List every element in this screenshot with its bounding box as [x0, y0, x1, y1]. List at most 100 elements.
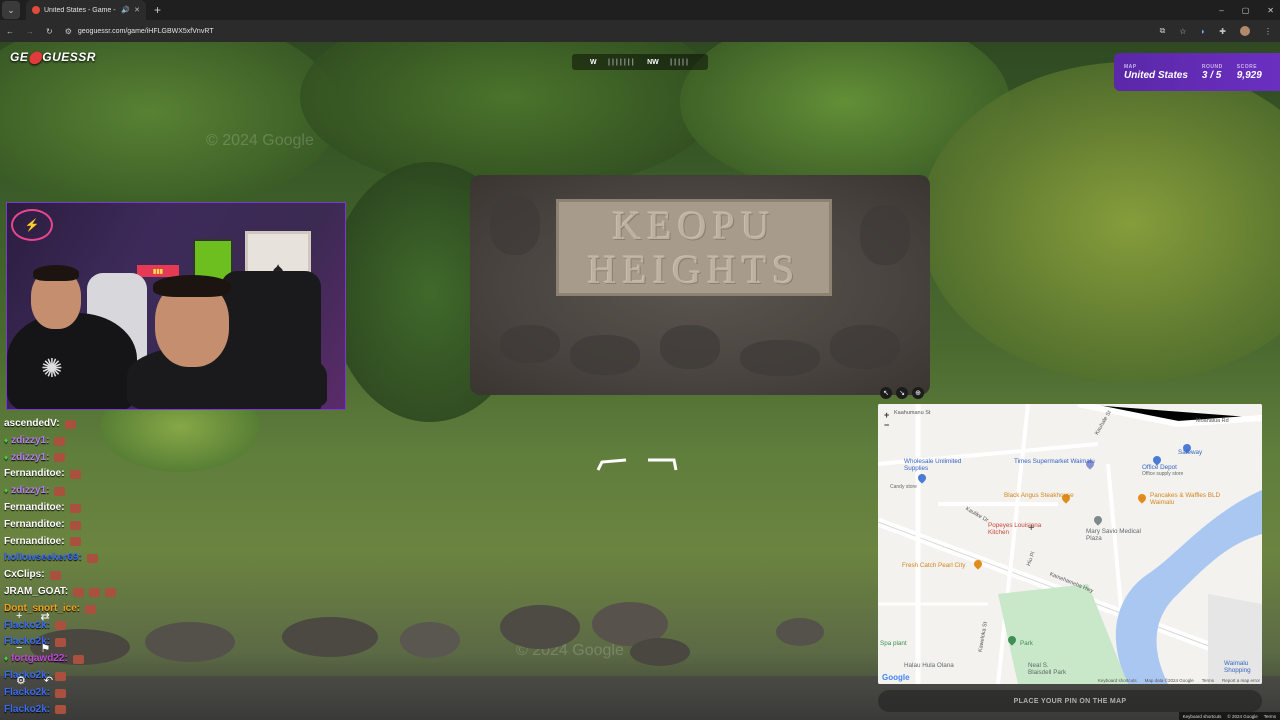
- flag-icon[interactable]: ⚑: [40, 642, 50, 655]
- move-arrows[interactable]: [596, 456, 680, 472]
- streamer-webcam: ⚡ ▮▮▮ ♠ ✺: [6, 202, 346, 410]
- map-report-link[interactable]: Report a map error: [1222, 678, 1260, 683]
- poi-label: Black Angus Steakhouse: [1004, 492, 1074, 499]
- logo-text-b: GUESSR: [42, 50, 96, 64]
- emote-icon: [49, 571, 61, 581]
- back-arrow-icon[interactable]: ←: [6, 27, 14, 36]
- swap-icon[interactable]: ⇄: [40, 610, 49, 623]
- chat-username[interactable]: zdizzy1:: [11, 450, 49, 467]
- poi-label: Safeway: [1178, 449, 1203, 456]
- chat-username[interactable]: ascendedV:: [4, 416, 60, 433]
- audio-playing-icon[interactable]: 🔊: [121, 6, 130, 14]
- panorama-controls: + ⇄: [16, 610, 50, 623]
- emote-icon: [54, 487, 66, 497]
- chat-username[interactable]: Fernanditoe:: [4, 466, 65, 483]
- compass-ticks: |||||||: [608, 58, 636, 66]
- map-zoom-in-button[interactable]: +: [884, 410, 889, 420]
- chat-username[interactable]: Fernanditoe:: [4, 517, 65, 534]
- chat-message: ♦ zdizzy1:: [4, 483, 204, 500]
- emote-icon: [69, 537, 81, 547]
- browser-tab[interactable]: United States - Game - Ge... 🔊 ✕: [26, 0, 146, 20]
- map-expand-icon[interactable]: ↖: [880, 387, 892, 399]
- close-window-button[interactable]: ✕: [1267, 6, 1274, 15]
- streamer-right-hair: [153, 275, 231, 297]
- emote-icon: [69, 470, 81, 480]
- spider-logo-icon: ✺: [41, 353, 63, 383]
- map-shrink-icon[interactable]: ↘: [896, 387, 908, 399]
- guess-map[interactable]: + − Moanalua Rd Kaahumanu St Kauhale St …: [878, 404, 1262, 684]
- poi-label: Popeyes Louisiana Kitchen: [988, 522, 1042, 536]
- chat-message: Fernanditoe:: [4, 466, 204, 483]
- copyright-text: © 2024 Google: [1227, 713, 1258, 719]
- maximize-button[interactable]: ▢: [1242, 6, 1250, 15]
- chat-message: ascendedV:: [4, 416, 204, 433]
- logo-text-a: GE: [10, 50, 29, 64]
- forward-arrow-icon[interactable]: →: [26, 27, 34, 36]
- geoguessr-logo[interactable]: GE⬤GUESSR: [10, 50, 96, 64]
- streamer-left-hair: [33, 265, 79, 281]
- chat-username[interactable]: Flacko2k:: [4, 702, 50, 719]
- move-right-arrow-icon: [648, 458, 678, 471]
- map-value: United States: [1124, 69, 1188, 81]
- emote-icon: [72, 655, 84, 665]
- menu-kebab-icon[interactable]: ⋮: [1264, 27, 1272, 36]
- emote-icon: [64, 419, 76, 429]
- new-tab-button[interactable]: +: [154, 3, 161, 17]
- emote-icon: [69, 503, 81, 513]
- streetview-panorama[interactable]: © 2024 Google © 2024 Google KEOPU HEIGHT…: [0, 42, 1280, 720]
- subscriber-badge-icon: ♦: [4, 486, 9, 496]
- window-controls: – ▢ ✕: [1219, 0, 1274, 20]
- extension-icon[interactable]: ◗: [1200, 27, 1205, 36]
- emote-icon: [85, 604, 97, 614]
- poi-label: Waimalu Shopping: [1224, 660, 1251, 674]
- chat-username[interactable]: Fernanditoe:: [4, 500, 65, 517]
- chat-username[interactable]: zdizzy1:: [11, 433, 49, 450]
- place-pin-button[interactable]: PLACE YOUR PIN ON THE MAP: [878, 690, 1262, 712]
- streamer-left: [7, 313, 137, 409]
- puzzle-extensions-icon[interactable]: ✚: [1219, 27, 1226, 36]
- chat-username[interactable]: Flacko2k:: [4, 685, 50, 702]
- bookmark-star-icon[interactable]: ☆: [1179, 27, 1186, 36]
- zoom-in-icon[interactable]: +: [16, 610, 22, 623]
- settings-gear-icon[interactable]: ⚙: [16, 674, 26, 687]
- chat-username[interactable]: hollowseeker69:: [4, 550, 82, 567]
- keyboard-shortcuts-link[interactable]: Keyboard shortcuts: [1183, 714, 1222, 719]
- chat-username[interactable]: zdizzy1:: [11, 483, 49, 500]
- site-info-icon[interactable]: ⚙: [65, 27, 72, 36]
- map-keyboard-shortcuts-link[interactable]: Keyboard shortcuts: [1098, 678, 1137, 683]
- map-status: MAP United States: [1124, 64, 1188, 81]
- emote-icon: [54, 453, 66, 463]
- minimize-button[interactable]: –: [1219, 6, 1223, 15]
- logo-pin-icon: ⬤: [28, 50, 43, 64]
- map-roads: [878, 404, 1262, 684]
- chat-message: Flacko2k:: [4, 702, 204, 719]
- move-left-arrow-icon: [596, 458, 627, 471]
- url-text[interactable]: geoguessr.com/game/iHFLGBWX5xfVnvRT: [78, 28, 214, 35]
- install-app-icon[interactable]: ⧉: [1160, 26, 1166, 36]
- tab-close-icon[interactable]: ✕: [134, 6, 140, 14]
- tab-search-chevron-icon[interactable]: ⌄: [2, 1, 20, 19]
- map-zoom-out-button[interactable]: −: [884, 420, 889, 430]
- foliage: [0, 42, 340, 212]
- poi-label: Park: [1020, 640, 1033, 647]
- chat-username[interactable]: Fernanditoe:: [4, 534, 65, 551]
- poi-label: Spa plant: [880, 640, 907, 647]
- chat-username[interactable]: CxClips:: [4, 567, 45, 584]
- streamer-right: [127, 343, 327, 409]
- map-data-text: Map data ©2024 Google: [1144, 678, 1194, 683]
- geoguessr-favicon-icon: [32, 6, 40, 14]
- map-terms-link[interactable]: Terms: [1202, 678, 1214, 683]
- chat-username[interactable]: JRAM_GOAT:: [4, 584, 68, 601]
- emote-icon: [55, 688, 67, 698]
- compass-west: W: [590, 58, 597, 66]
- terms-link[interactable]: Terms: [1264, 714, 1276, 719]
- map-size-controls: ↖ ↘ ⊕: [880, 387, 924, 399]
- map-pin-mode-icon[interactable]: ⊕: [912, 387, 924, 399]
- reload-icon[interactable]: ↻: [46, 27, 53, 36]
- poi-label: Pancakes & Waffles BLD Waimalu: [1150, 492, 1220, 506]
- profile-avatar[interactable]: [1240, 26, 1250, 36]
- undo-icon[interactable]: ↶: [44, 674, 53, 687]
- compass-ticks: |||||: [670, 58, 690, 66]
- zoom-out-icon[interactable]: −: [16, 642, 22, 655]
- emote-icon: [54, 436, 66, 446]
